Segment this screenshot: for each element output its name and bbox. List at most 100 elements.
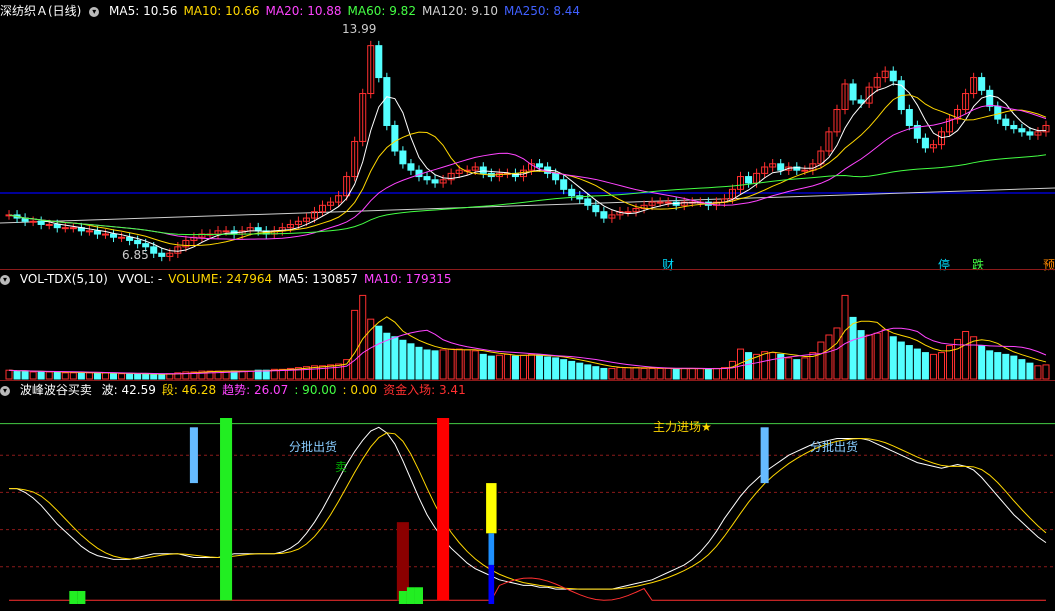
- volume-bar: [61, 372, 69, 380]
- volume-bar: [664, 367, 672, 380]
- candle-body: [536, 163, 544, 168]
- volume-bar: [921, 352, 929, 380]
- volume-bar: [399, 339, 407, 380]
- price-header: 深纺织Ａ(日线) ▾ MA5: 10.56 MA10: 10.66 MA20: 10…: [0, 3, 592, 19]
- legend-item: MA5: 130857: [278, 272, 359, 286]
- volume-bar: [246, 370, 254, 380]
- volume-title[interactable]: VOL-TDX(5,10): [20, 272, 108, 286]
- volume-header: ▾ VOL-TDX(5,10) VVOL: - VOLUME: 247964 MA5…: [0, 271, 464, 287]
- volume-bar: [688, 367, 696, 380]
- volume-bar: [423, 349, 431, 380]
- candle-body: [69, 227, 77, 230]
- volume-bar: [720, 367, 728, 380]
- candle-body: [399, 150, 407, 165]
- ma60-line: [8, 154, 1047, 236]
- volume-bar: [994, 352, 1002, 380]
- volume-bar: [632, 367, 640, 380]
- candle-body: [889, 70, 897, 82]
- candle-body: [61, 227, 69, 230]
- volume-bar: [889, 336, 897, 380]
- volume-bar: [865, 334, 873, 380]
- volume-bar: [1042, 364, 1050, 380]
- volume-bar: [833, 327, 841, 380]
- volume-bar: [13, 370, 21, 380]
- volume-bar: [568, 360, 576, 380]
- volume-bar: [1002, 353, 1010, 380]
- volume-bar: [825, 334, 833, 380]
- legend-item: MA120: 9.10: [421, 4, 499, 18]
- candle-body: [93, 230, 101, 235]
- volume-legend: VVOL: - VOLUME: 247964 MA5: 130857 MA10: 17…: [118, 272, 458, 286]
- settings-circle-icon[interactable]: ▾: [0, 385, 10, 396]
- volume-bar: [929, 353, 937, 380]
- volume-bar: [873, 332, 881, 380]
- candle-body: [978, 77, 986, 91]
- volume-bar: [110, 373, 118, 380]
- volume-bar: [905, 345, 913, 380]
- volume-bar: [21, 370, 29, 380]
- candle-body: [118, 236, 126, 239]
- panel-separator: [0, 269, 1055, 270]
- legend-item: VOLUME: 247964: [168, 272, 273, 286]
- candle-body: [592, 204, 600, 213]
- volume-bar: [45, 371, 53, 380]
- stock-title[interactable]: 深纺织Ａ(日线): [0, 4, 81, 18]
- indicator-title[interactable]: 波峰波谷买卖: [20, 383, 92, 397]
- volume-bar: [560, 359, 568, 380]
- volume-bar: [817, 341, 825, 380]
- candle-body: [1026, 131, 1034, 136]
- volume-bar: [447, 348, 455, 380]
- candle-body: [383, 77, 391, 126]
- volume-bar: [439, 349, 447, 380]
- indicator-legend: 波: 42.59 段: 46.28 趋势: 26.07: 90.00: 0.00 资金…: [102, 383, 472, 397]
- volume-bar: [37, 371, 45, 380]
- candle-body: [150, 246, 158, 254]
- legend-item: MA20: 10.88: [265, 4, 342, 18]
- volume-bar: [584, 364, 592, 380]
- fenpi-label-1: 分批出货: [289, 440, 338, 454]
- ma10-line: [8, 94, 1047, 247]
- candle-body: [849, 83, 857, 101]
- candle-body: [37, 220, 45, 225]
- stock-chart-window: 深纺织Ａ(日线) ▾ MA5: 10.56 MA10: 10.66 MA20: 10…: [0, 0, 1055, 611]
- volume-bar: [897, 341, 905, 380]
- legend-item: MA60: 9.82: [347, 4, 416, 18]
- green-volume-bar: [69, 590, 78, 604]
- candle-body: [568, 188, 576, 197]
- candle-body: [656, 201, 664, 204]
- volume-bar: [552, 357, 560, 380]
- candle-body: [29, 220, 37, 223]
- candle-body: [1018, 128, 1026, 133]
- volume-bar: [375, 325, 383, 380]
- settings-circle-icon[interactable]: ▾: [89, 6, 100, 17]
- volume-bar: [134, 373, 142, 380]
- volume-bar: [158, 374, 166, 380]
- legend-item: 资金入场: 3.41: [383, 383, 466, 397]
- segment-line: [9, 432, 1047, 590]
- candle-body: [110, 233, 118, 238]
- candle-body: [375, 45, 383, 79]
- volume-bar: [391, 336, 399, 380]
- candle-body: [1002, 118, 1010, 126]
- volume-bar: [769, 352, 777, 380]
- legend-item: MA5: 10.56: [109, 4, 178, 18]
- legend-item: MA10: 179315: [364, 272, 452, 286]
- volume-bar: [85, 372, 93, 380]
- volume-bar: [479, 353, 487, 380]
- candle-body: [142, 243, 150, 248]
- volume-bar: [1026, 362, 1034, 380]
- signal-ting: 停: [938, 258, 951, 272]
- volume-bar: [415, 346, 423, 380]
- candle-body: [664, 201, 672, 204]
- settings-circle-icon[interactable]: ▾: [0, 274, 10, 285]
- volume-chart: [5, 294, 1050, 380]
- volume-bar: [77, 372, 85, 380]
- volume-bar: [962, 330, 970, 380]
- candle-body: [479, 166, 487, 174]
- volume-bar: [978, 345, 986, 380]
- volume-bar: [954, 338, 962, 380]
- signal-cai: 财: [662, 258, 675, 272]
- candle-body: [745, 176, 753, 184]
- candle-body: [431, 179, 439, 184]
- volume-bar: [696, 367, 704, 380]
